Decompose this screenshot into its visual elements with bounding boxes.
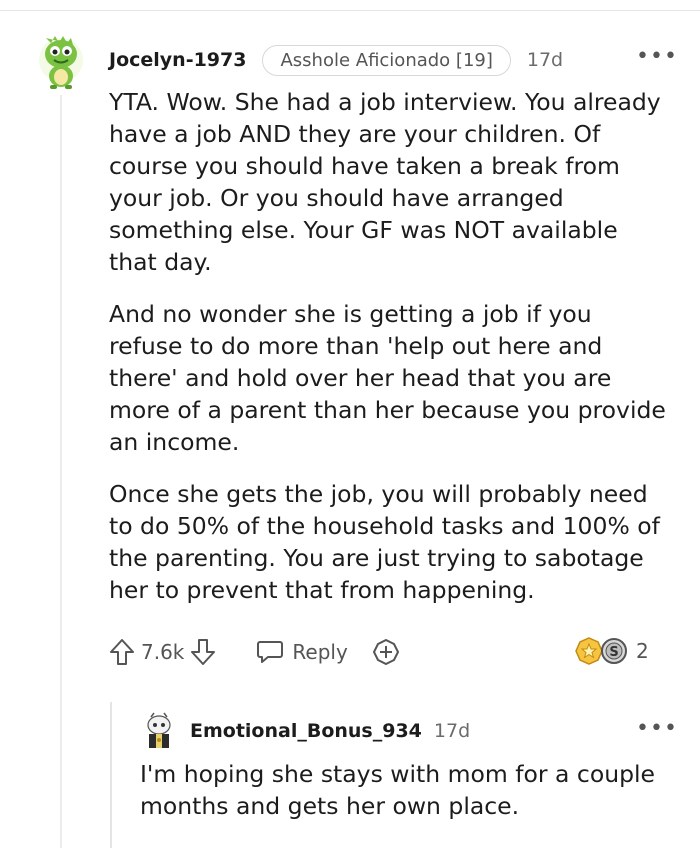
silver-coin-award-icon: S [601,638,627,664]
upvote-arrow-icon [110,639,134,665]
reply-body: I'm hoping she stays with mom for a coup… [140,760,656,820]
vote-count: 7.6k [141,640,185,664]
reply-button[interactable]: Reply [256,639,348,665]
comment-paragraph: Once she gets the job, you will probably… [109,480,660,604]
snoo-dinosaur-avatar-icon[interactable] [36,30,86,90]
comment-paragraph: And no wonder she is getting a job if yo… [109,300,666,456]
reply-thread-line[interactable] [110,702,112,848]
speech-bubble-icon [257,641,284,663]
more-options-button[interactable]: ••• [636,44,678,69]
downvote-arrow-icon [191,639,216,665]
user-flair: Asshole Aficionado [19] [262,44,511,76]
reply-timestamp: 17d [433,720,471,742]
downvote-button[interactable] [190,638,216,666]
add-award-icon [372,639,399,665]
username[interactable]: Jocelyn-1973 [109,49,246,71]
comment-header: Jocelyn-1973 Asshole Aficionado [19] 17d [109,40,563,80]
reply-label: Reply [292,640,348,664]
give-award-button[interactable] [372,638,400,666]
snoo-avatar-icon[interactable] [142,712,176,752]
upvote-button[interactable] [109,638,135,666]
comment-body: YTA. Wow. She had a job interview. You a… [109,86,669,626]
svg-text:S: S [609,645,618,660]
awards-display[interactable]: S 2 [574,636,649,666]
reply-more-options-button[interactable]: ••• [636,716,678,741]
timestamp: 17d [526,49,564,71]
comment-paragraph: YTA. Wow. She had a job interview. You a… [109,88,661,276]
award-count: 2 [636,639,649,663]
reply-username[interactable]: Emotional_Bonus_934 [190,720,422,742]
thread-line[interactable] [60,95,62,848]
reply-header: Emotional_Bonus_934 17d [190,716,470,746]
top-divider [0,0,700,11]
